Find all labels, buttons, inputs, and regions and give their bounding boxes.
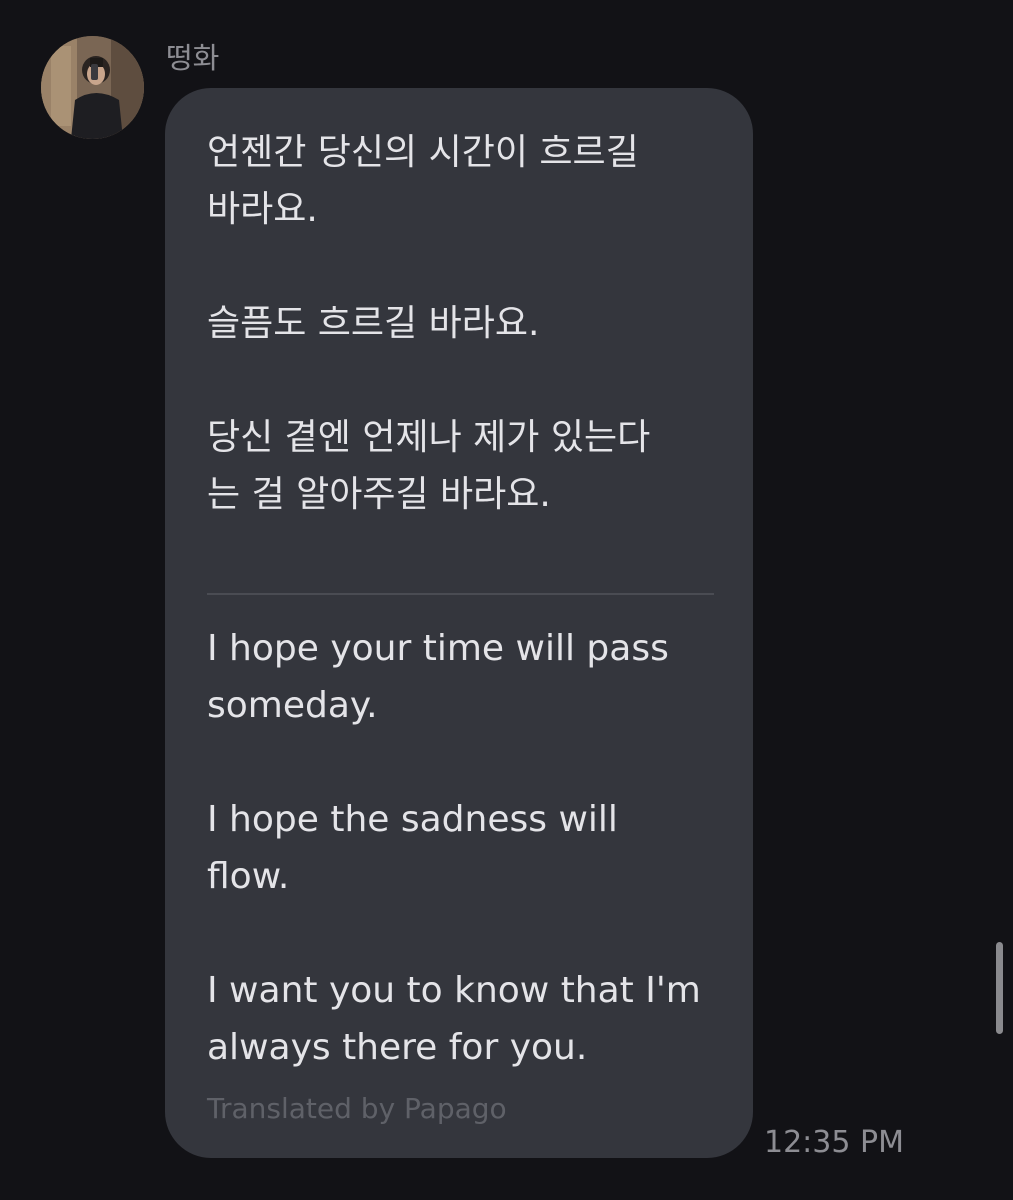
avatar-photo-icon (41, 36, 144, 139)
translated-by-label: Translated by Papago (207, 1092, 507, 1125)
translated-message-text: I hope your time will pass someday. I ho… (207, 628, 701, 1068)
translation-divider (207, 593, 714, 595)
scroll-indicator[interactable] (996, 942, 1003, 1034)
original-message-text: 언젠간 당신의 시간이 흐르길 바라요. 슬픔도 흐르길 바라요. 당신 곁엔 … (207, 132, 651, 515)
message-timestamp: 12:35 PM (764, 1125, 904, 1160)
sender-avatar[interactable] (41, 36, 144, 139)
sender-name: 떵화 (166, 41, 220, 75)
message-bubble[interactable]: 언젠간 당신의 시간이 흐르길 바라요. 슬픔도 흐르길 바라요. 당신 곁엔 … (165, 88, 753, 1158)
chat-screen: 떵화 언젠간 당신의 시간이 흐르길 바라요. 슬픔도 흐르길 바라요. 당신 … (0, 0, 1013, 1200)
